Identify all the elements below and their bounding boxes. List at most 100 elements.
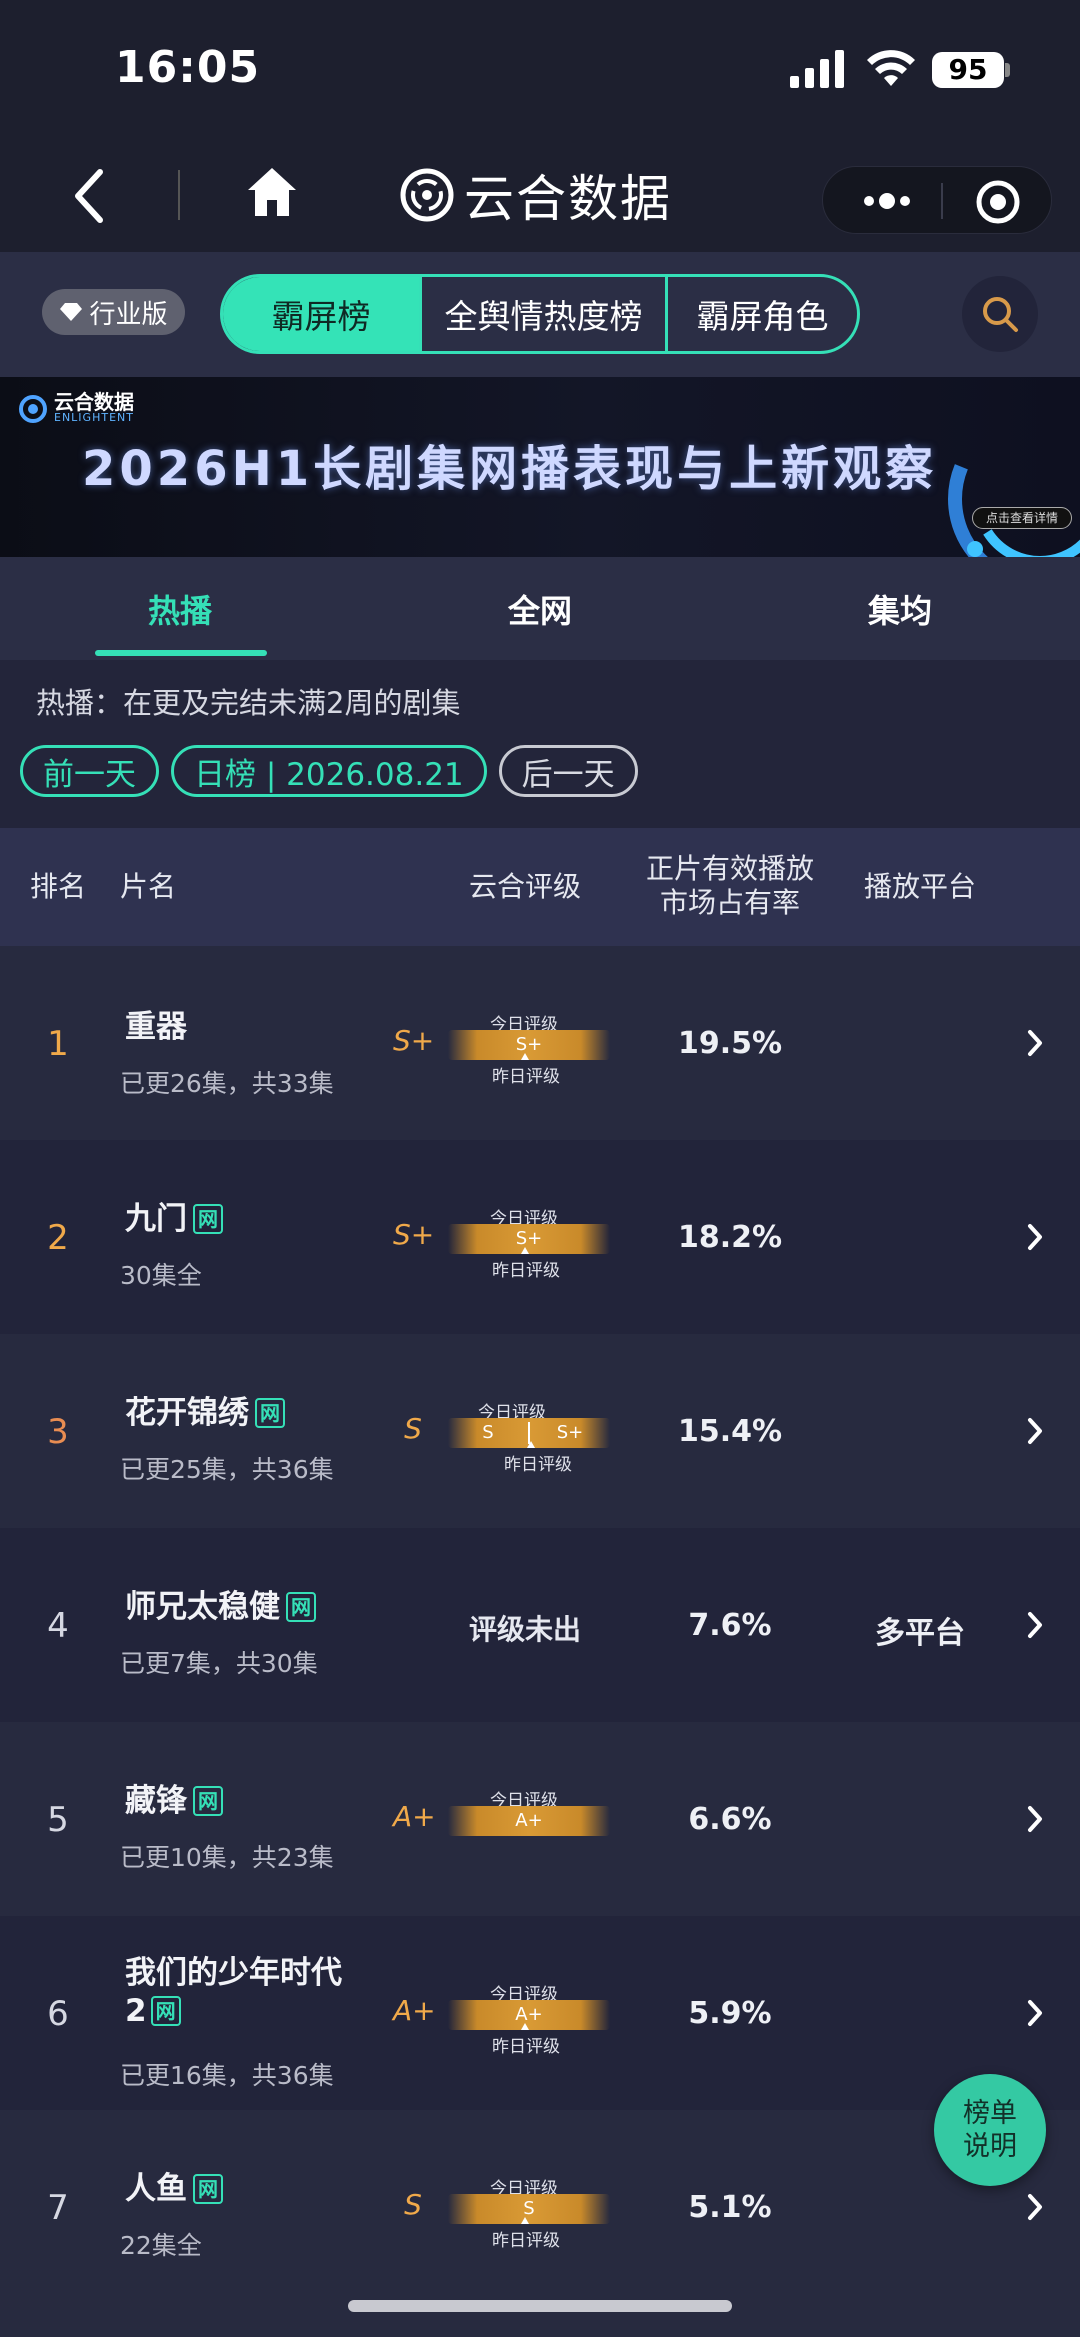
banner-brand-cn: 云合数据 bbox=[54, 390, 134, 414]
header-rank: 排名 bbox=[29, 870, 86, 903]
drama-title-text: 重器 bbox=[125, 1009, 187, 1045]
ranking-explanation-button[interactable]: 榜单 说明 bbox=[934, 2074, 1046, 2186]
back-icon[interactable] bbox=[70, 166, 110, 226]
tab-bapingbang[interactable]: 霸屏榜 bbox=[223, 277, 419, 351]
drama-title-text-line2: 2 bbox=[125, 1993, 147, 2029]
chevron-right-icon[interactable] bbox=[1026, 1414, 1046, 1448]
banner-brand: 云合数据 ENLIGHTENT bbox=[18, 390, 134, 424]
scope-tabs: 热播 全网 集均 bbox=[0, 557, 1080, 660]
table-row[interactable]: 2 九门网 30集全 S+ 今日评级 S+ 昨日评级 18.2% bbox=[0, 1140, 1080, 1334]
rank-number: 6 bbox=[47, 1994, 69, 2034]
nav-divider bbox=[178, 170, 180, 220]
search-button[interactable] bbox=[962, 276, 1038, 352]
diamond-icon bbox=[60, 303, 83, 321]
drama-title-text: 我们的少年时代 bbox=[125, 1955, 342, 1991]
market-share: 6.6% bbox=[688, 1802, 772, 1837]
tab-hot[interactable]: 热播 bbox=[0, 557, 360, 660]
episode-info: 已更16集，共36集 bbox=[120, 2061, 334, 2090]
drama-title: 重器 bbox=[125, 1008, 187, 1046]
grade-yesterday-label: 昨日评级 bbox=[492, 2037, 560, 2057]
tab-all-network[interactable]: 全网 bbox=[360, 557, 720, 660]
table-row[interactable]: 3 花开锦绣网 已更25集，共36集 S 今日评级 S S+ 昨日评级 15.4… bbox=[0, 1334, 1080, 1528]
rank-number: 3 bbox=[47, 1412, 69, 1452]
date-selector[interactable]: 日榜 | 2026.08.21 bbox=[171, 745, 487, 797]
market-share: 7.6% bbox=[688, 1608, 772, 1643]
chevron-right-icon[interactable] bbox=[1026, 1220, 1046, 1254]
next-day-button[interactable]: 后一天 bbox=[498, 745, 638, 797]
header-grade: 云合评级 bbox=[468, 870, 581, 903]
grade-value: S bbox=[404, 1412, 422, 1445]
web-drama-badge: 网 bbox=[150, 1996, 181, 2026]
edition-badge[interactable]: 行业版 bbox=[42, 289, 185, 335]
header-share: 正片有效播放 市场占有率 bbox=[640, 852, 820, 920]
battery-tip bbox=[1005, 63, 1010, 77]
more-icon[interactable] bbox=[857, 187, 917, 215]
web-drama-badge: 网 bbox=[193, 1786, 223, 1816]
banner-cta[interactable]: 点击查看详情 bbox=[972, 507, 1072, 529]
nav-bar: 云合数据 bbox=[0, 140, 1080, 252]
nav-title: 云合数据 bbox=[400, 160, 672, 230]
tab-per-episode[interactable]: 集均 bbox=[720, 557, 1080, 660]
rank-number: 2 bbox=[47, 1218, 69, 1258]
grade-yesterday-marker bbox=[527, 1441, 535, 1448]
episode-info: 30集全 bbox=[120, 1261, 202, 1290]
chevron-right-icon[interactable] bbox=[1026, 1608, 1046, 1642]
tab-sentiment-heat[interactable]: 全舆情热度榜 bbox=[419, 277, 665, 351]
date-navigator: 前一天 日榜 | 2026.08.21 后一天 bbox=[20, 745, 638, 797]
grade-bar: A+ bbox=[448, 1806, 610, 1836]
drama-title: 师兄太稳健网 bbox=[125, 1588, 316, 1626]
edition-label: 行业版 bbox=[89, 299, 168, 330]
grade-bar: S bbox=[448, 2194, 610, 2224]
grade-value: S+ bbox=[393, 1024, 435, 1057]
wifi-icon bbox=[867, 50, 915, 86]
market-share: 5.9% bbox=[688, 1996, 772, 2031]
battery-indicator: 95 bbox=[932, 52, 1004, 88]
grade-value: A+ bbox=[393, 1800, 436, 1833]
chevron-right-icon[interactable] bbox=[1026, 1996, 1046, 2030]
grade-bar-label: A+ bbox=[515, 2004, 543, 2025]
rank-number: 1 bbox=[47, 1024, 69, 1064]
grade-yesterday-marker bbox=[521, 1247, 529, 1254]
grade-bar-prev-label: S bbox=[482, 1422, 494, 1443]
chevron-right-icon[interactable] bbox=[1026, 1802, 1046, 1836]
home-indicator[interactable] bbox=[348, 2300, 732, 2312]
episode-info: 22集全 bbox=[120, 2231, 202, 2260]
drama-title: 藏锋网 bbox=[125, 1782, 223, 1820]
drama-title: 九门网 bbox=[125, 1200, 223, 1238]
banner-title: 2026H1长剧集网播表现与上新观察 bbox=[82, 441, 938, 497]
grade-bar-label: S+ bbox=[515, 1228, 543, 1249]
close-miniprogram-icon[interactable] bbox=[975, 179, 1021, 225]
web-drama-badge: 网 bbox=[255, 1398, 285, 1428]
grade-yesterday-label: 昨日评级 bbox=[492, 1261, 560, 1281]
header-platform: 播放平台 bbox=[863, 870, 976, 903]
home-icon[interactable] bbox=[244, 164, 300, 220]
rank-number: 7 bbox=[47, 2188, 69, 2228]
brand-logo-icon bbox=[19, 394, 47, 423]
drama-title: 我们的少年时代 2网 bbox=[125, 1954, 342, 2030]
grade-bar: A+ bbox=[448, 2000, 610, 2030]
grade-value: A+ bbox=[393, 1994, 436, 2027]
header-share-line2: 市场占有率 bbox=[659, 886, 800, 919]
web-drama-badge: 网 bbox=[193, 2174, 223, 2204]
status-bar: 16:05 95 bbox=[0, 0, 1080, 140]
tab-top-roles[interactable]: 霸屏角色 bbox=[665, 277, 857, 351]
prev-day-button[interactable]: 前一天 bbox=[20, 745, 159, 797]
web-drama-badge: 网 bbox=[286, 1592, 316, 1622]
table-row[interactable]: 1 重器 已更26集，共33集 S+ 今日评级 S+ 昨日评级 19.5% bbox=[0, 946, 1080, 1140]
ranking-toolbar: 行业版 霸屏榜 全舆情热度榜 霸屏角色 bbox=[0, 252, 1080, 377]
drama-title-text: 人鱼 bbox=[125, 2171, 187, 2207]
table-row[interactable]: 5 藏锋网 已更10集，共23集 A+ 今日评级 A+ 6.6% bbox=[0, 1722, 1080, 1916]
grade-pending: 评级未出 bbox=[468, 1613, 581, 1646]
chevron-right-icon[interactable] bbox=[1026, 2190, 1046, 2224]
promo-banner[interactable]: 云合数据 ENLIGHTENT 2026H1长剧集网播表现与上新观察 点击查看详… bbox=[0, 377, 1080, 557]
chevron-right-icon[interactable] bbox=[1026, 1026, 1046, 1060]
grade-yesterday-marker bbox=[521, 2023, 529, 2030]
grade-bar-label: S bbox=[523, 2198, 535, 2219]
banner-ring-decoration bbox=[948, 407, 1080, 557]
table-row[interactable]: 6 我们的少年时代 2网 已更16集，共36集 A+ 今日评级 A+ 昨日评级 … bbox=[0, 1916, 1080, 2110]
grade-yesterday-label: 昨日评级 bbox=[504, 1455, 572, 1475]
drama-title-text: 师兄太稳健 bbox=[125, 1589, 280, 1625]
table-row[interactable]: 4 师兄太稳健网 已更7集，共30集 评级未出 7.6% 多平台 bbox=[0, 1528, 1080, 1722]
search-icon bbox=[983, 297, 1018, 332]
status-time: 16:05 bbox=[115, 42, 261, 93]
